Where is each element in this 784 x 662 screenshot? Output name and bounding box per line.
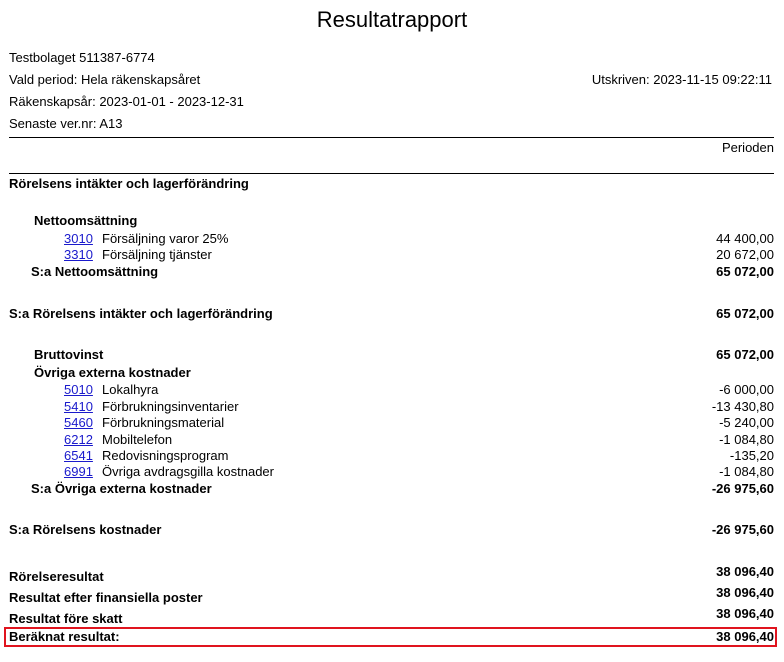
printed-timestamp: Utskriven: 2023-11-15 09:22:11 (591, 72, 772, 87)
account-row: 3310 Försäljning tjänster 20 672,00 (0, 247, 774, 263)
sum-amount: 65 072,00 (716, 264, 774, 279)
calculated-result: Beräknat resultat: 38 096,40 (9, 629, 774, 645)
sum-amount: -26 975,60 (711, 522, 774, 537)
result-label: Rörelseresultat (9, 569, 104, 584)
account-row: 3010 Försäljning varor 25% 44 400,00 (0, 231, 774, 247)
group-nettoomsattning-label: Nettoomsättning (34, 213, 138, 228)
account-row: 6212 Mobiltelefon -1 084,80 (0, 432, 774, 448)
result-label: Resultat före skatt (9, 611, 123, 626)
account-link[interactable]: 6991 (64, 464, 93, 479)
calculated-result-amount: 38 096,40 (716, 629, 774, 644)
account-row: 5410 Förbrukningsinventarier -13 430,80 (0, 399, 774, 415)
account-link[interactable]: 5010 (64, 382, 93, 397)
account-link[interactable]: 6541 (64, 448, 93, 463)
account-row: 5010 Lokalhyra -6 000,00 (0, 382, 774, 398)
account-row: 6991 Övriga avdragsgilla kostnader -1 08… (0, 464, 774, 480)
sum-amount: -26 975,60 (711, 481, 774, 496)
selected-period: Vald period: Hela räkenskapsåret (9, 72, 201, 87)
account-amount: -5 240,00 (719, 415, 774, 430)
account-name: Försäljning tjänster (102, 247, 212, 262)
sum-nettoomsattning: S:a Nettoomsättning 65 072,00 (9, 264, 774, 280)
account-amount: 44 400,00 (716, 231, 774, 246)
group-ovriga-kostnader: Övriga externa kostnader (9, 365, 774, 381)
result-amount: 38 096,40 (716, 606, 774, 621)
account-amount: -1 084,80 (719, 432, 774, 447)
gross-profit-label: Bruttovinst (34, 347, 104, 362)
account-name: Förbrukningsmaterial (102, 415, 225, 430)
fiscal-year: Räkenskapsår: 2023-01-01 - 2023-12-31 (9, 94, 244, 109)
sum-revenue: S:a Rörelsens intäkter och lagerförändri… (9, 306, 774, 322)
sum-label: S:a Rörelsens kostnader (9, 522, 162, 537)
sum-ovriga-kostnader: S:a Övriga externa kostnader -26 975,60 (9, 481, 774, 497)
gross-profit: Bruttovinst 65 072,00 (9, 347, 774, 363)
account-amount: -6 000,00 (719, 382, 774, 397)
result-label: Resultat efter finansiella poster (9, 590, 203, 605)
account-link[interactable]: 5460 (64, 415, 93, 430)
sum-label: S:a Övriga externa kostnader (31, 481, 212, 496)
account-name: Övriga avdragsgilla kostnader (102, 464, 274, 479)
group-ovriga-label: Övriga externa kostnader (34, 365, 191, 380)
section-revenue-label: Rörelsens intäkter och lagerförändring (9, 176, 249, 191)
account-amount: 20 672,00 (716, 247, 774, 262)
account-link[interactable]: 5410 (64, 399, 93, 414)
calculated-result-label: Beräknat resultat: (9, 629, 120, 644)
account-link[interactable]: 3010 (64, 231, 93, 246)
account-row: 6541 Redovisningsprogram -135,20 (0, 448, 774, 464)
account-name: Försäljning varor 25% (102, 231, 229, 246)
column-header-period: Perioden (721, 140, 774, 155)
result-row: Resultat efter finansiella poster 38 096… (9, 585, 774, 605)
report-title: Resultatrapport (316, 7, 468, 32)
section-revenue: Rörelsens intäkter och lagerförändring (9, 176, 774, 192)
account-name: Redovisningsprogram (102, 448, 229, 463)
company-name: Testbolaget 511387-6774 (9, 50, 155, 65)
sum-label: S:a Nettoomsättning (31, 264, 159, 279)
account-name: Förbrukningsinventarier (102, 399, 239, 414)
latest-verification: Senaste ver.nr: A13 (9, 116, 123, 131)
account-name: Mobiltelefon (102, 432, 173, 447)
divider-top (9, 137, 774, 138)
sum-label: S:a Rörelsens intäkter och lagerförändri… (9, 306, 273, 321)
sum-amount: 65 072,00 (716, 306, 774, 321)
divider-header (9, 173, 774, 174)
group-nettoomsattning: Nettoomsättning (9, 213, 774, 229)
gross-profit-amount: 65 072,00 (716, 347, 774, 362)
account-amount: -135,20 (729, 448, 774, 463)
sum-costs: S:a Rörelsens kostnader -26 975,60 (9, 522, 774, 538)
account-link[interactable]: 6212 (64, 432, 93, 447)
result-row: Resultat före skatt 38 096,40 (9, 606, 774, 626)
result-amount: 38 096,40 (716, 564, 774, 579)
account-name: Lokalhyra (102, 382, 159, 397)
result-amount: 38 096,40 (716, 585, 774, 600)
account-amount: -1 084,80 (719, 464, 774, 479)
result-row: Rörelseresultat 38 096,40 (9, 564, 774, 584)
account-amount: -13 430,80 (711, 399, 774, 414)
account-row: 5460 Förbrukningsmaterial -5 240,00 (0, 415, 774, 431)
account-link[interactable]: 3310 (64, 247, 93, 262)
